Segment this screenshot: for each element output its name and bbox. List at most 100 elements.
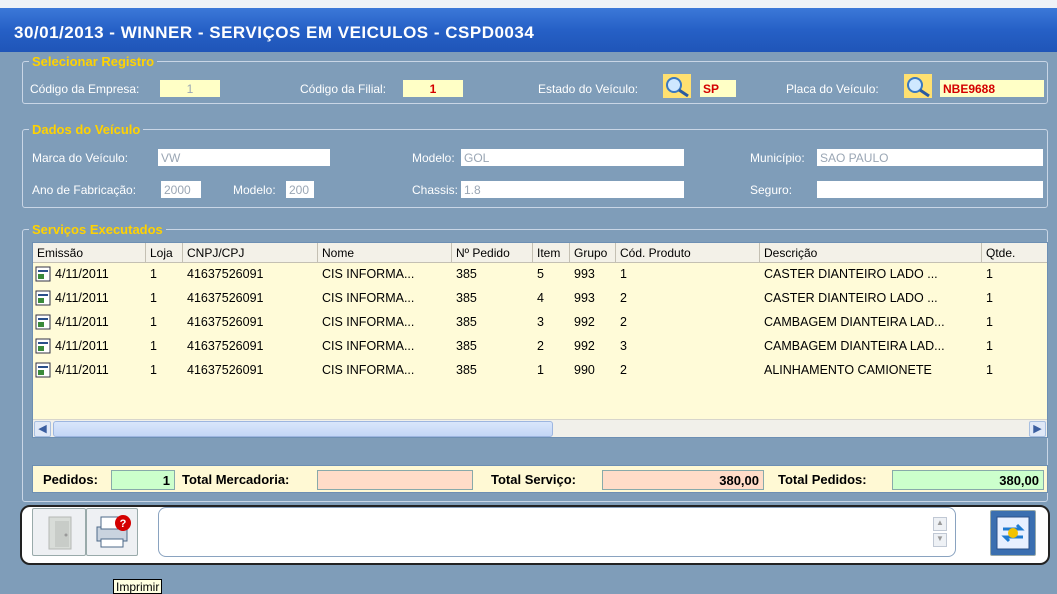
exit-button[interactable]	[32, 508, 86, 556]
table-row[interactable]: 4/11/2011 1 41637526091 CIS INFORMA... 385 4 9…	[33, 289, 1047, 308]
col-loja[interactable]: Loja	[146, 243, 183, 263]
table-cell: CASTER DIANTEIRO LADO ...	[764, 291, 938, 305]
col-qtde[interactable]: Qtde.	[982, 243, 1049, 263]
table-cell: 4	[537, 291, 544, 305]
col-grupo[interactable]: Grupo	[570, 243, 616, 263]
modelo2-field[interactable]: 200	[285, 180, 315, 199]
table-cell: 4/11/2011	[55, 267, 109, 281]
table-row[interactable]: 4/11/2011 1 41637526091 CIS INFORMA... 385 5 9…	[33, 265, 1047, 284]
marca-field[interactable]: VW	[157, 148, 331, 167]
scroll-right-icon[interactable]: ▶	[1029, 421, 1046, 437]
top-strip	[0, 0, 1057, 8]
table-cell: 3	[537, 315, 544, 329]
servicos-title: Serviços Executados	[32, 222, 163, 237]
table-cell: ALINHAMENTO CAMIONETE	[764, 363, 932, 377]
table-cell: CAMBAGEM DIANTEIRA LAD...	[764, 315, 945, 329]
window-title: 30/01/2013 - WINNER - SERVIÇOS EM VEICUL…	[14, 23, 535, 42]
table-cell: 2	[620, 291, 627, 305]
estado-label: Estado do Veículo:	[538, 82, 639, 96]
table-cell: 1	[150, 363, 157, 377]
message-box[interactable]: ▲ ▼	[158, 507, 956, 557]
empresa-field[interactable]: 1	[159, 79, 221, 98]
table-cell: 385	[456, 339, 477, 353]
municipio-label: Município:	[750, 151, 805, 165]
estado-field[interactable]: SP	[699, 79, 737, 98]
table-cell: CIS INFORMA...	[322, 363, 415, 377]
document-icon	[35, 266, 51, 282]
print-button[interactable]: ?	[86, 508, 138, 556]
table-cell: CIS INFORMA...	[322, 315, 415, 329]
table-row[interactable]: 4/11/2011 1 41637526091 CIS INFORMA... 385 1 9…	[33, 361, 1047, 380]
col-descricao[interactable]: Descrição	[760, 243, 982, 263]
table-cell: CASTER DIANTEIRO LADO ...	[764, 267, 938, 281]
table-cell: 1	[150, 315, 157, 329]
table-cell: 385	[456, 363, 477, 377]
msg-scroll-down-icon[interactable]: ▼	[933, 533, 947, 547]
document-icon	[35, 338, 51, 354]
empresa-label: Código da Empresa:	[30, 82, 140, 96]
col-cnpj[interactable]: CNPJ/CPJ	[183, 243, 318, 263]
table-cell: 385	[456, 315, 477, 329]
table-cell: 41637526091	[187, 267, 264, 281]
document-icon	[35, 314, 51, 330]
table-cell: 4/11/2011	[55, 291, 109, 305]
col-nome[interactable]: Nome	[318, 243, 452, 263]
placa-field[interactable]: NBE9688	[939, 79, 1045, 98]
modelo-field[interactable]: GOL	[460, 148, 685, 167]
table-cell: 4/11/2011	[55, 339, 109, 353]
document-icon	[35, 362, 51, 378]
scroll-left-icon[interactable]: ◀	[34, 421, 51, 437]
chassis-field[interactable]: 1.8	[460, 180, 685, 199]
placa-search-icon[interactable]	[904, 74, 932, 98]
table-row[interactable]: 4/11/2011 1 41637526091 CIS INFORMA... 385 3 9…	[33, 313, 1047, 332]
table-cell: 1	[986, 339, 993, 353]
table-cell: 993	[574, 267, 595, 281]
estado-search-icon[interactable]	[663, 74, 691, 98]
col-emissao[interactable]: Emissão	[33, 243, 146, 263]
table-cell: 41637526091	[187, 339, 264, 353]
filial-label: Código da Filial:	[300, 82, 387, 96]
table-cell: 4/11/2011	[55, 363, 109, 377]
refresh-icon	[996, 516, 1030, 550]
document-icon	[35, 290, 51, 306]
table-cell: 2	[620, 315, 627, 329]
table-cell: CIS INFORMA...	[322, 267, 415, 281]
table-row[interactable]: 4/11/2011 1 41637526091 CIS INFORMA... 385 2 9…	[33, 337, 1047, 356]
seguro-field[interactable]	[816, 180, 1044, 199]
door-exit-icon	[48, 516, 72, 550]
table-cell: 4/11/2011	[55, 315, 109, 329]
table-cell: 1	[150, 291, 157, 305]
modelo2-label: Modelo:	[233, 183, 276, 197]
servico-label: Total Serviço:	[491, 472, 577, 487]
table-cell: 385	[456, 267, 477, 281]
print-tooltip: Imprimir	[113, 579, 163, 594]
table-cell: 993	[574, 291, 595, 305]
table-cell: CAMBAGEM DIANTEIRA LAD...	[764, 339, 945, 353]
servicos-grid[interactable]: Emissão Loja CNPJ/CPJ Nome Nº Pedido Ite…	[32, 242, 1048, 438]
col-item[interactable]: Item	[533, 243, 570, 263]
refresh-button[interactable]	[990, 510, 1036, 556]
table-cell: 1	[150, 339, 157, 353]
printer-icon: ?	[96, 515, 131, 548]
seguro-label: Seguro:	[750, 183, 793, 197]
ano-field[interactable]: 2000	[160, 180, 202, 199]
filial-field[interactable]: 1	[402, 79, 464, 98]
window-title-bar: 30/01/2013 - WINNER - SERVIÇOS EM VEICUL…	[0, 8, 1057, 52]
mercadoria-label: Total Mercadoria:	[182, 472, 290, 487]
table-cell: 1	[986, 291, 993, 305]
selecionar-registro-title: Selecionar Registro	[32, 54, 155, 69]
table-cell: 2	[537, 339, 544, 353]
scroll-thumb[interactable]	[53, 421, 553, 437]
col-produto[interactable]: Cód. Produto	[616, 243, 760, 263]
grid-header: Emissão Loja CNPJ/CPJ Nome Nº Pedido Ite…	[33, 243, 1047, 263]
municipio-field[interactable]: SAO PAULO	[816, 148, 1044, 167]
table-cell: 1	[986, 315, 993, 329]
horizontal-scrollbar[interactable]: ◀ ▶	[33, 419, 1047, 437]
table-cell: 385	[456, 291, 477, 305]
table-cell: 990	[574, 363, 595, 377]
table-cell: 41637526091	[187, 291, 264, 305]
table-cell: 1	[150, 267, 157, 281]
col-pedido[interactable]: Nº Pedido	[452, 243, 533, 263]
pedidos-value: 1	[111, 470, 175, 490]
msg-scroll-up-icon[interactable]: ▲	[933, 517, 947, 531]
